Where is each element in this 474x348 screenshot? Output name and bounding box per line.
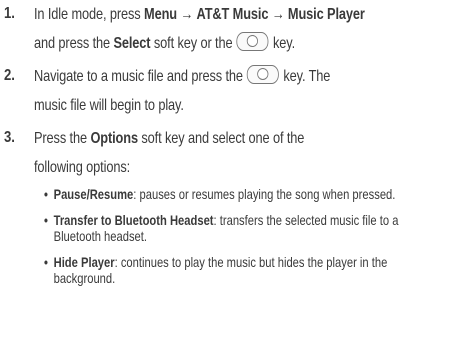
text: soft key and select one of the [137, 130, 305, 147]
arrow: → [176, 6, 197, 23]
step-line: Navigate to a music file and press the k… [34, 63, 450, 92]
soft-key-name: Select [113, 34, 151, 52]
step-line: In Idle mode, press Menu → AT&T Music → … [34, 1, 450, 30]
step-number: 3. [4, 129, 15, 146]
arrow: → [268, 6, 288, 23]
step-text: Press the Options soft key and select on… [34, 125, 450, 182]
list-item: • Pause/Resume: pauses or resumes playing… [44, 186, 444, 203]
text: following options: [34, 158, 131, 176]
menu-path-item: Menu [144, 6, 177, 23]
select-key-icon [236, 31, 269, 51]
step-text: In Idle mode, press Menu → AT&T Music → … [34, 1, 450, 58]
step-line: Press the Options soft key and select on… [34, 125, 450, 154]
text: key. [269, 34, 296, 52]
manual-page: 1. In Idle mode, press Menu → AT&T Music… [0, 0, 474, 348]
list-item: • Transfer to Bluetooth Headset: transfer… [44, 212, 444, 245]
option-title: Transfer to Bluetooth Headset [53, 211, 214, 228]
text: Press the [34, 130, 91, 147]
bullet-icon: • [44, 253, 48, 270]
step-number: 2. [4, 67, 15, 84]
step-line: following options: [34, 154, 450, 183]
menu-path-item: Music Player [287, 6, 365, 23]
text: and press the [34, 34, 114, 52]
step-line: and press the Select soft key or the key… [34, 30, 450, 59]
soft-key-name: Options [90, 130, 138, 147]
text: soft key or the [150, 34, 236, 52]
option-description: : pauses or resumes playing the song whe… [133, 186, 396, 202]
text: Navigate to a music file and press the [34, 68, 247, 85]
menu-path-item: AT&T Music [196, 6, 269, 23]
list-item: • Hide Player: continues to play the musi… [44, 254, 444, 287]
options-list: • Pause/Resume: pauses or resumes playing… [44, 186, 444, 296]
bullet-icon: • [44, 211, 48, 228]
option-title: Hide Player [53, 253, 115, 270]
text: In Idle mode, press [34, 6, 145, 23]
option-title: Pause/Resume [53, 186, 134, 202]
text: music file will begin to play. [34, 96, 184, 114]
text: key. The [279, 68, 331, 85]
select-key-icon [247, 65, 280, 84]
step-number: 1. [4, 5, 15, 22]
step-text: Navigate to a music file and press the k… [34, 63, 450, 120]
bullet-icon: • [44, 186, 48, 202]
step-line: music file will begin to play. [34, 92, 450, 121]
